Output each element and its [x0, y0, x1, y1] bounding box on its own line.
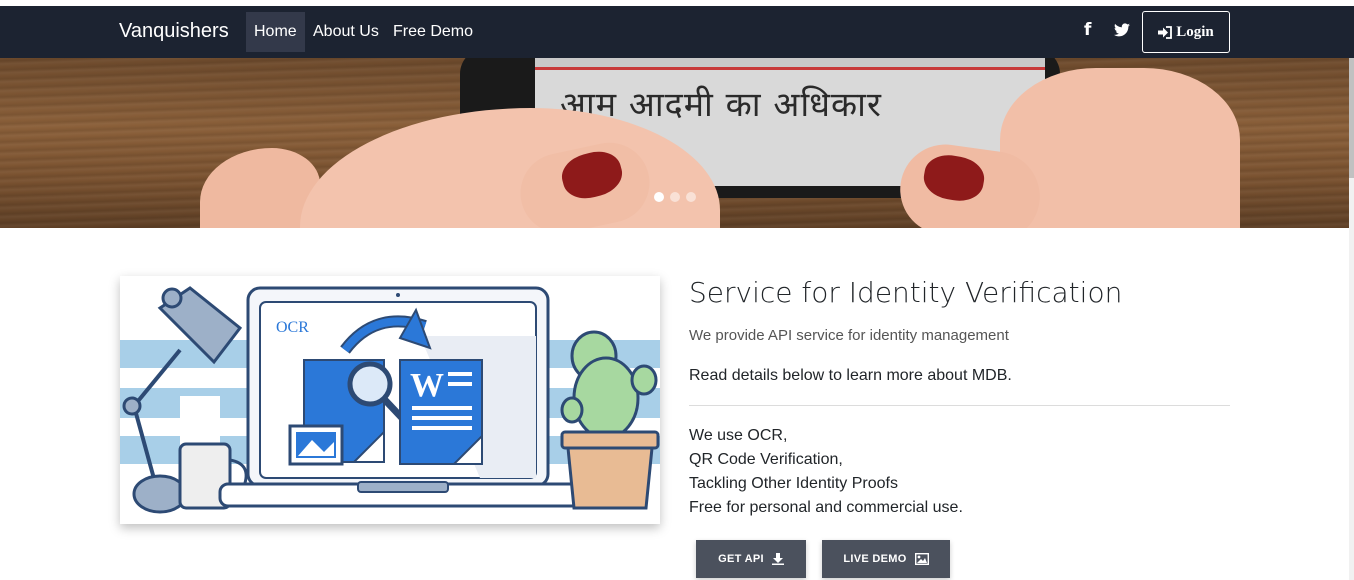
section-lead: We provide API service for identity mana…: [689, 327, 1009, 344]
twitter-icon[interactable]: [1114, 22, 1130, 42]
nav-link-free-demo[interactable]: Free Demo: [385, 12, 481, 52]
image-icon: [914, 553, 929, 565]
scrollbar-thumb[interactable]: [1349, 58, 1354, 178]
feature-item: We use OCR,: [689, 427, 788, 444]
live-demo-button[interactable]: LIVE DEMO: [822, 540, 950, 578]
carousel-indicator-2[interactable]: [670, 192, 680, 202]
section-title: Service for Identity Verification: [689, 276, 1123, 309]
carousel-indicators: [654, 192, 696, 202]
section-description: Read details below to learn more about M…: [689, 367, 1012, 384]
scrollbar[interactable]: [1349, 58, 1354, 580]
brand-logo[interactable]: Vanquishers: [119, 20, 229, 43]
feature-item: Free for personal and commercial use.: [689, 499, 963, 516]
carousel-indicator-1[interactable]: [654, 192, 664, 202]
download-icon: [771, 553, 784, 565]
nav-link-home[interactable]: Home: [246, 12, 305, 52]
get-api-label: GET API: [718, 553, 764, 565]
login-button[interactable]: Login: [1142, 11, 1230, 53]
feature-item: Tackling Other Identity Proofs: [689, 475, 898, 492]
feature-list: We use OCR, QR Code Verification, Tackli…: [689, 424, 963, 520]
get-api-button[interactable]: GET API: [696, 540, 806, 578]
nav-link-about[interactable]: About Us: [305, 12, 387, 52]
divider: [689, 405, 1230, 406]
live-demo-label: LIVE DEMO: [843, 553, 907, 565]
facebook-icon[interactable]: f: [1084, 20, 1091, 40]
navbar: Vanquishers Home About Us Free Demo f Lo…: [0, 6, 1354, 58]
hero-carousel: आम आदमी का अधिकार: [0, 58, 1349, 228]
login-label: Login: [1176, 23, 1214, 40]
ocr-illustration: OCR W: [120, 276, 660, 524]
doc-letter: W: [410, 367, 444, 404]
carousel-indicator-3[interactable]: [686, 192, 696, 202]
sign-in-icon: [1158, 25, 1173, 39]
feature-item: QR Code Verification,: [689, 451, 843, 468]
ocr-label: OCR: [276, 319, 309, 336]
